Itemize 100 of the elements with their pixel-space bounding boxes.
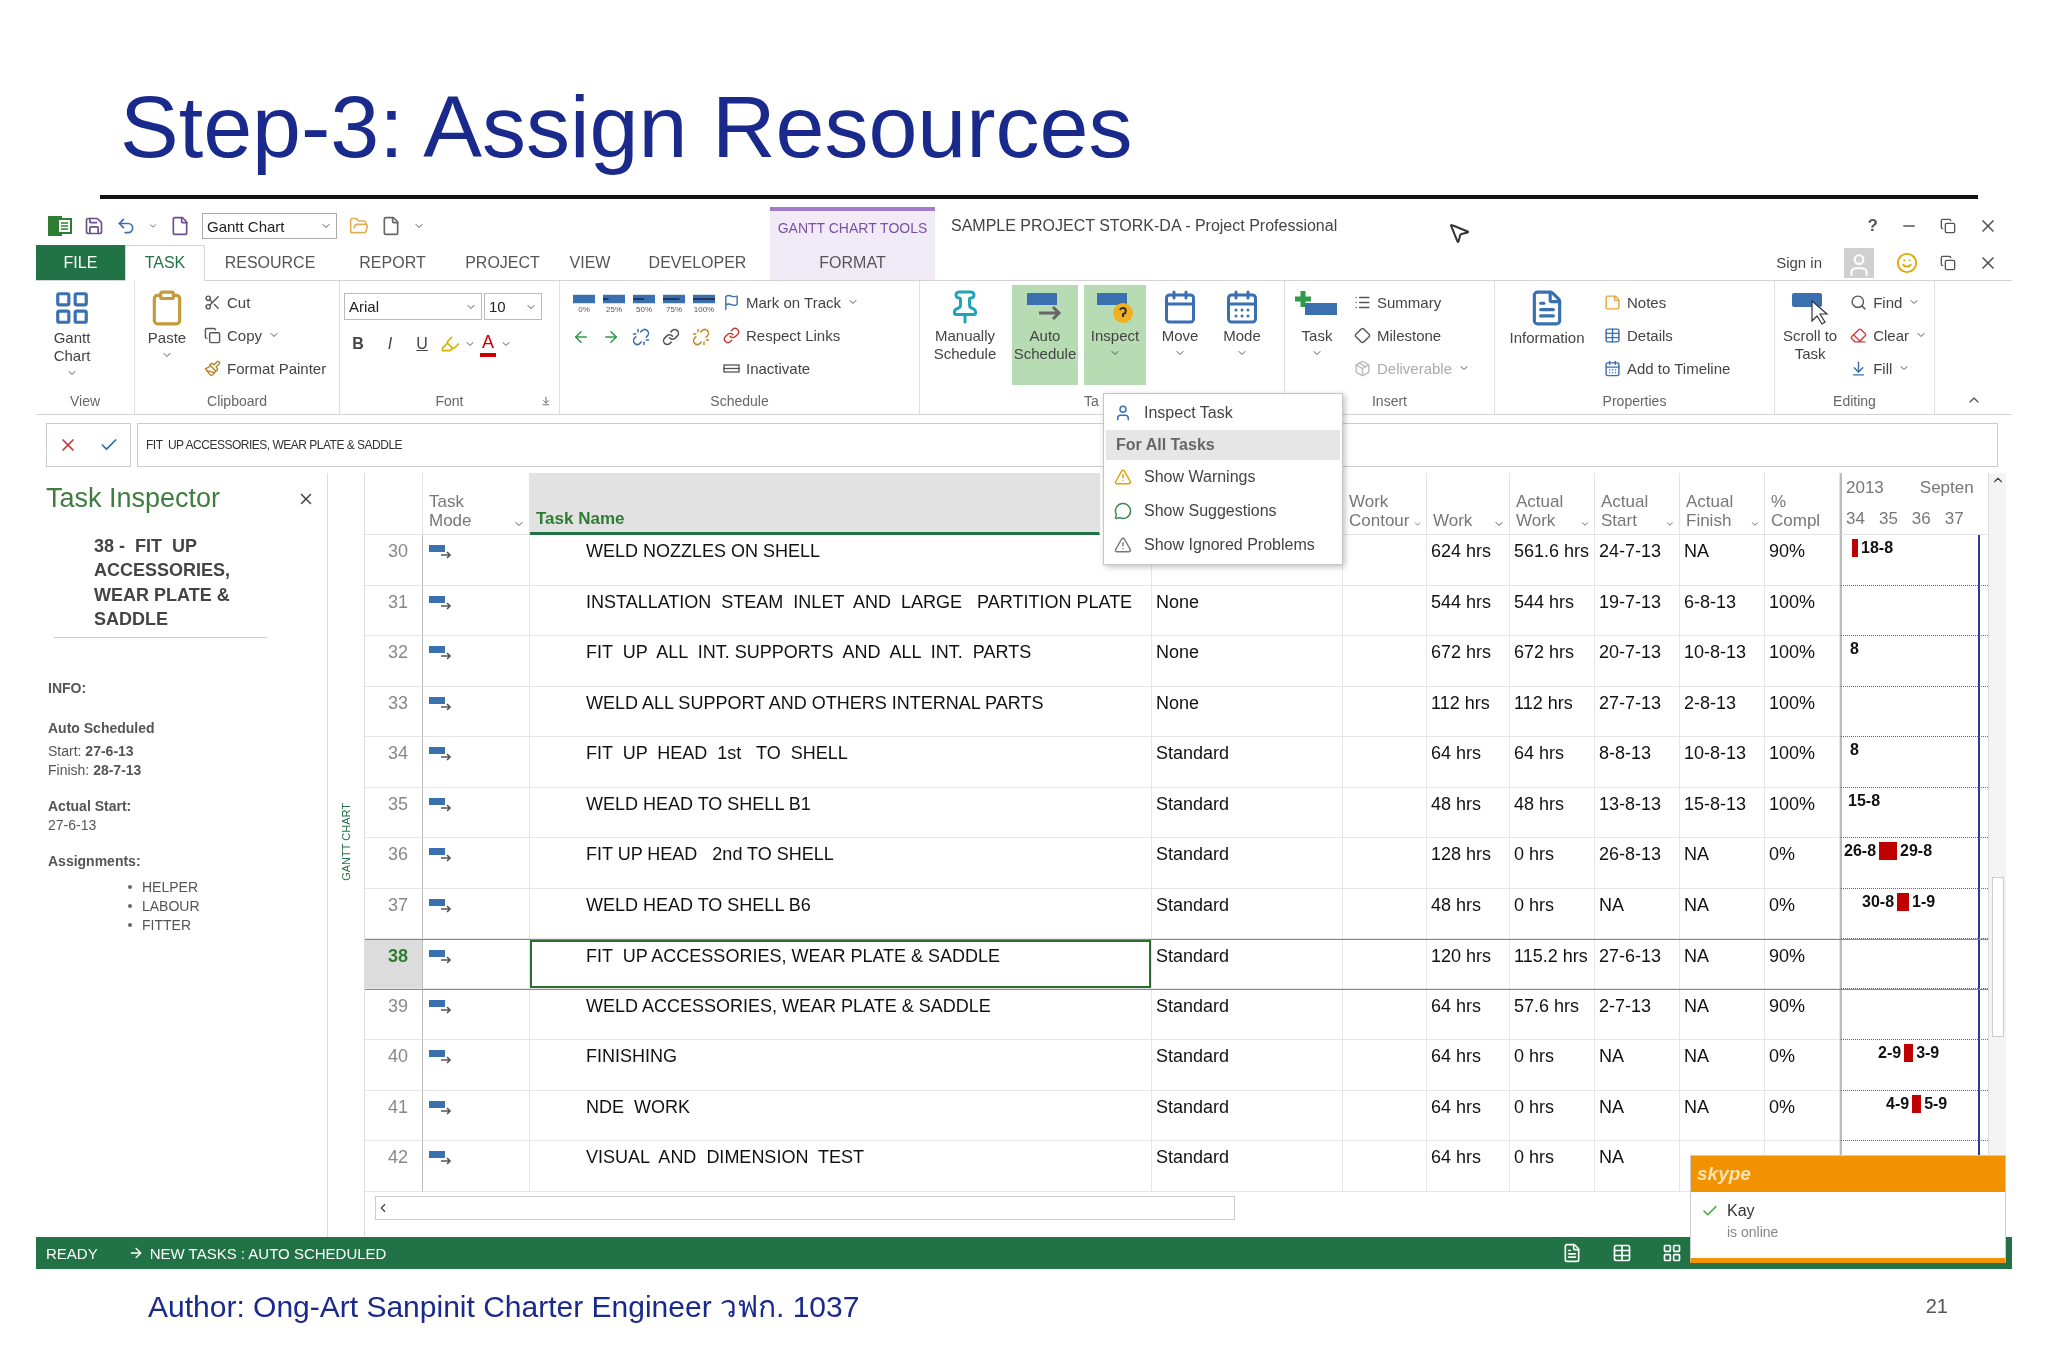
ribbon-button[interactable]: Scroll to Task xyxy=(1779,285,1842,386)
ribbon-button[interactable]: Manually Schedule xyxy=(924,285,1006,386)
sheet-view-icon[interactable] xyxy=(1612,1243,1632,1264)
undo-icon[interactable] xyxy=(116,216,136,237)
ribbon-tab[interactable]: FORMAT xyxy=(770,245,935,281)
font-style-button[interactable]: B xyxy=(344,330,372,359)
ribbon-button[interactable]: Copy xyxy=(201,320,330,351)
column-header[interactable]: Actual Start xyxy=(1595,473,1680,536)
column-header[interactable]: Work Contour xyxy=(1343,473,1427,536)
restore-icon[interactable] xyxy=(1940,254,1956,271)
row-number[interactable]: 36 xyxy=(365,838,423,889)
font-style-button[interactable]: U xyxy=(408,330,436,359)
column-header[interactable]: Actual Finish xyxy=(1680,473,1765,536)
table-cell: 2-7-13 xyxy=(1595,989,1680,1041)
ribbon-button[interactable]: Fill xyxy=(1847,353,1930,384)
percent-complete-button[interactable]: 75% xyxy=(662,293,686,315)
dialog-launcher-icon[interactable] xyxy=(541,396,551,407)
horizontal-scrollbar[interactable] xyxy=(375,1195,1235,1220)
network-view-icon[interactable] xyxy=(1662,1243,1682,1264)
row-number[interactable]: 38 xyxy=(365,940,423,989)
ribbon-button[interactable]: Milestone xyxy=(1351,320,1474,351)
auto-schedule-icon xyxy=(429,896,453,913)
table-cell: 27-7-13 xyxy=(1595,686,1680,738)
ribbon-button[interactable]: Paste xyxy=(139,285,195,386)
gantt-bar[interactable] xyxy=(1904,1044,1914,1063)
row-number[interactable]: 33 xyxy=(365,686,423,738)
ribbon-tab[interactable]: TASK xyxy=(125,245,205,282)
view-dropdown[interactable]: Gantt Chart xyxy=(202,213,337,240)
gantt-bar[interactable] xyxy=(1912,1094,1922,1113)
row-number[interactable]: 32 xyxy=(365,636,423,687)
row-number[interactable]: 34 xyxy=(365,737,423,788)
link-icon[interactable] xyxy=(662,328,680,347)
ribbon-button[interactable]: Find xyxy=(1847,287,1930,318)
gantt-bar[interactable] xyxy=(1879,842,1898,861)
status-text: READY xyxy=(46,1244,98,1262)
row-number[interactable]: 40 xyxy=(365,1040,423,1091)
table-cell: 0 hrs xyxy=(1510,1090,1595,1142)
ribbon-button[interactable]: Inactivate xyxy=(720,353,863,384)
sign-in-link[interactable]: Sign in xyxy=(1776,254,1822,272)
column-header[interactable]: Task Mode xyxy=(423,473,530,536)
percent-complete-button[interactable]: 0% xyxy=(572,293,596,315)
ribbon-button[interactable]: Inspect xyxy=(1084,285,1146,386)
group-label: Insert xyxy=(1372,393,1407,410)
ribbon-button[interactable]: Summary xyxy=(1351,287,1474,318)
new-file-icon[interactable] xyxy=(381,216,401,237)
row-number[interactable]: 30 xyxy=(365,535,423,586)
menu-item[interactable]: Show Ignored Problems xyxy=(1106,528,1340,563)
unlink-icon[interactable] xyxy=(692,328,710,347)
split-icon[interactable] xyxy=(632,328,650,347)
menu-item[interactable]: Show Suggestions xyxy=(1106,494,1340,529)
font-color-button[interactable]: A xyxy=(480,331,496,357)
row-number[interactable]: 31 xyxy=(365,585,423,637)
row-number[interactable]: 41 xyxy=(365,1090,423,1142)
auto-schedule-icon xyxy=(429,1048,453,1065)
table-cell: NA xyxy=(1680,838,1765,889)
ribbon-button[interactable]: Mark on Track xyxy=(720,287,863,318)
save-icon[interactable] xyxy=(84,216,104,237)
ribbon-button[interactable]: Cut xyxy=(201,287,330,318)
percent-complete-icon xyxy=(633,293,655,306)
table-cell: Standard xyxy=(1152,989,1343,1041)
ribbon-button[interactable]: Notes xyxy=(1601,287,1734,318)
column-header[interactable]: Actual Work xyxy=(1510,473,1595,536)
percent-complete-button[interactable]: 100% xyxy=(692,293,716,315)
percent-complete-button[interactable]: 50% xyxy=(632,293,656,315)
ribbon-tab[interactable]: FILE xyxy=(36,245,125,281)
row-number[interactable]: 42 xyxy=(365,1141,423,1192)
ribbon-button[interactable]: Move xyxy=(1152,285,1208,386)
ribbon-button[interactable]: Task xyxy=(1289,285,1345,386)
table-cell: 100% xyxy=(1765,636,1840,687)
row-number[interactable]: 35 xyxy=(365,787,423,839)
project-logo-icon[interactable] xyxy=(48,214,72,239)
column-header[interactable]: Task Name xyxy=(530,473,1100,536)
ribbon-button[interactable]: Format Painter xyxy=(201,353,330,384)
row-number[interactable]: 37 xyxy=(365,888,423,940)
restore-icon[interactable] xyxy=(1940,218,1956,235)
gantt-date-label: 29-8 xyxy=(1900,842,1933,861)
ribbon-button[interactable]: Add to Timeline xyxy=(1601,353,1734,384)
table-cell: 48 hrs xyxy=(1427,888,1510,940)
column-header[interactable]: Work xyxy=(1427,473,1510,536)
percent-complete-button[interactable]: 25% xyxy=(602,293,626,315)
scroll-thumb[interactable] xyxy=(1991,877,2004,1038)
row-number[interactable]: 39 xyxy=(365,989,423,1041)
ribbon-button[interactable]: Clear xyxy=(1847,320,1930,351)
ribbon-button[interactable]: Details xyxy=(1601,320,1734,351)
window-title: SAMPLE PROJECT STORK-DA - Project Professional xyxy=(950,217,1338,236)
ribbon-button[interactable]: Mode xyxy=(1214,285,1270,386)
help-button[interactable]: ? xyxy=(1867,216,1878,237)
font-style-button[interactable]: I xyxy=(376,330,404,359)
save-as-icon[interactable] xyxy=(170,216,190,237)
gantt-view-icon[interactable] xyxy=(1562,1243,1582,1264)
font-name-field[interactable]: Arial xyxy=(344,293,482,321)
gantt-bar[interactable] xyxy=(1852,539,1858,558)
table-cell: 6-8-13 xyxy=(1680,585,1765,637)
font-size-field[interactable]: 10 xyxy=(484,293,542,321)
gantt-bar[interactable] xyxy=(1897,892,1910,911)
ribbon-button[interactable]: Respect Links xyxy=(720,320,863,351)
ribbon-button[interactable]: Gantt Chart xyxy=(40,285,104,386)
ribbon-button[interactable]: Auto Schedule xyxy=(1012,285,1078,386)
ribbon-button[interactable]: Information xyxy=(1499,285,1595,386)
column-header[interactable]: % Compl xyxy=(1765,473,1840,536)
